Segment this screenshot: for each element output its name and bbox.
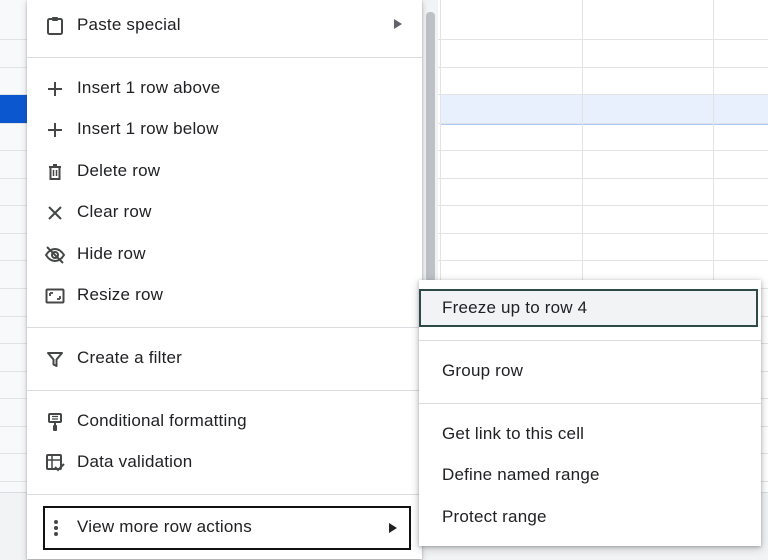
plus-icon xyxy=(44,119,66,141)
resize-icon xyxy=(44,285,66,307)
submenu-arrow-icon xyxy=(389,523,397,533)
row-actions-submenu: Freeze up to row 4 Group row Get link to… xyxy=(419,280,761,546)
clipboard-icon xyxy=(44,15,66,37)
menu-item-hide-row[interactable]: Hide row xyxy=(27,234,422,274)
submenu-arrow-icon xyxy=(394,19,402,29)
data-validation-icon xyxy=(44,452,66,474)
paint-roller-icon xyxy=(44,411,66,433)
menu-scrollbar-thumb[interactable] xyxy=(426,12,435,282)
menu-item-label: Insert 1 row above xyxy=(77,78,221,97)
submenu-separator xyxy=(419,340,761,341)
selected-row[interactable] xyxy=(440,94,768,125)
submenu-item-define-named-range[interactable]: Define named range xyxy=(419,456,761,494)
submenu-item-label: Get link to this cell xyxy=(442,424,585,443)
menu-item-create-filter[interactable]: Create a filter xyxy=(27,338,422,378)
menu-item-insert-row-above[interactable]: Insert 1 row above xyxy=(27,68,422,108)
eye-off-icon xyxy=(44,244,66,266)
row-header-strip xyxy=(0,0,29,559)
menu-item-delete-row[interactable]: Delete row xyxy=(27,151,422,191)
menu-item-label: Create a filter xyxy=(77,348,183,367)
menu-item-label: Clear row xyxy=(77,202,152,221)
submenu-item-label: Define named range xyxy=(442,465,600,484)
menu-item-clear-row[interactable]: Clear row xyxy=(27,192,422,232)
submenu-item-label: Protect range xyxy=(442,507,547,526)
menu-item-insert-row-below[interactable]: Insert 1 row below xyxy=(27,109,422,149)
submenu-item-protect-range[interactable]: Protect range xyxy=(419,498,761,536)
more-vert-icon xyxy=(51,517,61,539)
menu-item-label: Resize row xyxy=(77,285,164,304)
submenu-separator xyxy=(419,403,761,404)
submenu-item-group-row[interactable]: Group row xyxy=(419,352,761,390)
menu-item-data-validation[interactable]: Data validation xyxy=(27,442,422,482)
menu-item-paste-special[interactable]: Paste special xyxy=(27,5,422,45)
trash-icon xyxy=(44,161,66,183)
menu-item-label: Conditional formatting xyxy=(77,411,247,430)
menu-item-label: View more row actions xyxy=(77,517,252,536)
close-icon xyxy=(44,202,66,224)
menu-item-label: Hide row xyxy=(77,244,146,263)
menu-item-label: Insert 1 row below xyxy=(77,119,219,138)
selected-row-header[interactable] xyxy=(0,95,28,123)
menu-item-conditional-formatting[interactable]: Conditional formatting xyxy=(27,401,422,441)
menu-separator xyxy=(27,494,422,495)
submenu-item-get-link[interactable]: Get link to this cell xyxy=(419,415,761,453)
row-context-menu: Paste special Insert 1 row above Insert … xyxy=(27,0,422,559)
plus-icon xyxy=(44,78,66,100)
menu-item-resize-row[interactable]: Resize row xyxy=(27,275,422,315)
submenu-item-freeze-up-to-row[interactable]: Freeze up to row 4 xyxy=(419,289,758,327)
menu-item-label: Data validation xyxy=(77,452,193,471)
menu-separator xyxy=(27,57,422,58)
menu-item-label: Paste special xyxy=(77,15,181,34)
submenu-item-label: Freeze up to row 4 xyxy=(442,298,588,317)
menu-separator xyxy=(27,327,422,328)
submenu-item-label: Group row xyxy=(442,361,524,380)
menu-item-label: Delete row xyxy=(77,161,161,180)
filter-icon xyxy=(44,348,66,370)
menu-item-view-more-row-actions[interactable]: View more row actions xyxy=(43,506,411,550)
menu-separator xyxy=(27,390,422,391)
